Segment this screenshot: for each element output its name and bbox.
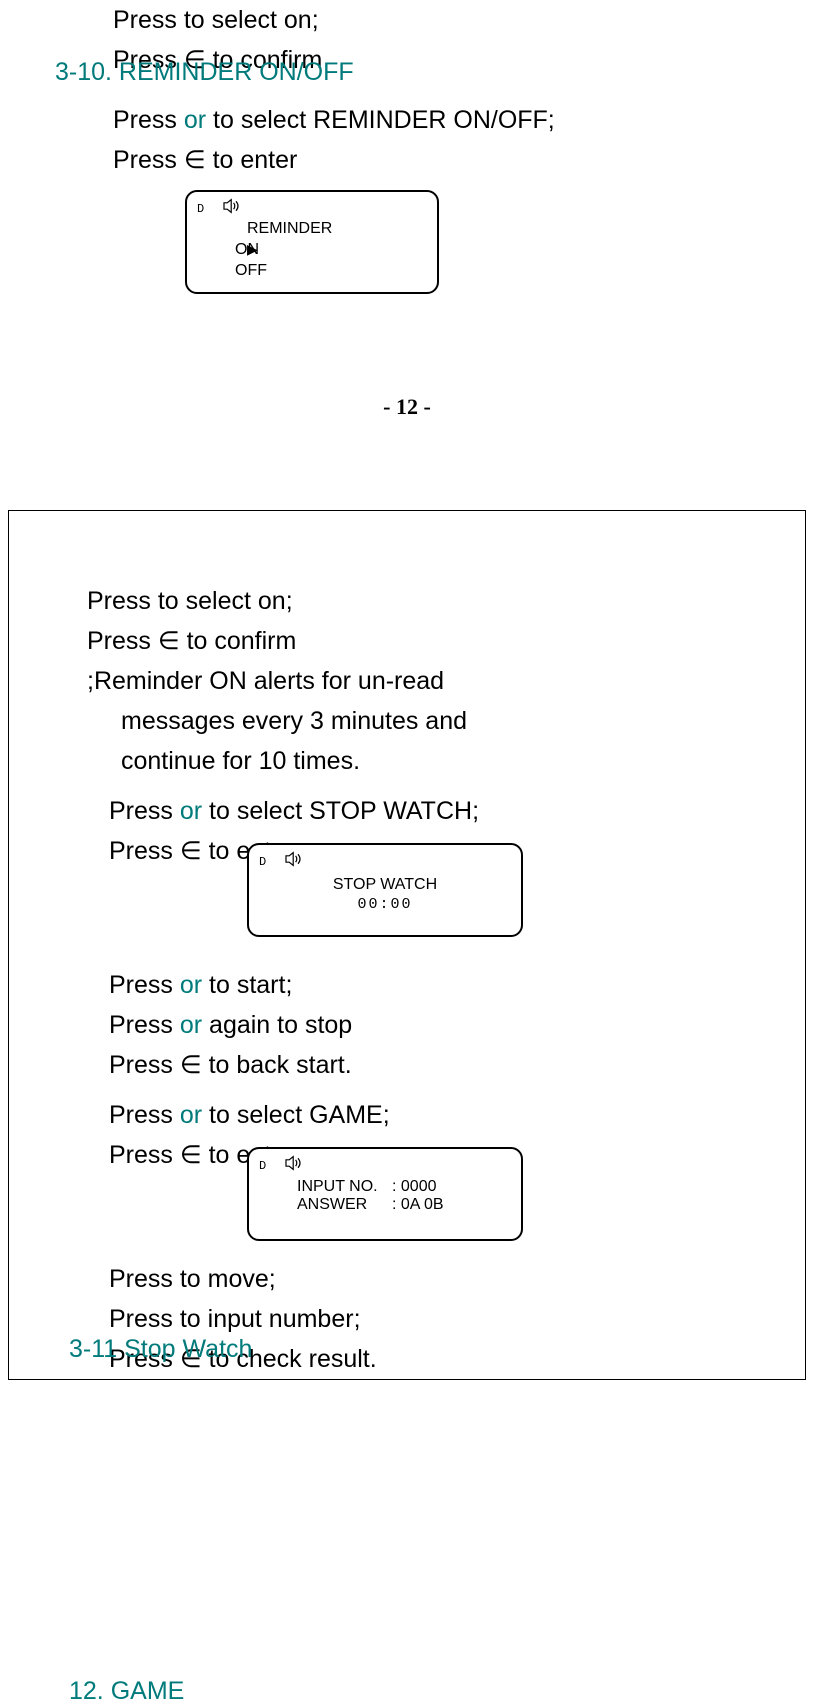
- text-fragment: Press: [109, 797, 180, 825]
- instruction-text: Press ∈ to back start.: [69, 1045, 765, 1085]
- page-1: Press to select on; Press ∈ to confirm 3…: [0, 0, 814, 460]
- text-fragment: to select REMINDER ON/OFF;: [206, 106, 555, 134]
- text-fragment: to start;: [202, 971, 292, 999]
- instruction-text: Press to select on;: [55, 0, 759, 40]
- or-text: or: [180, 797, 202, 825]
- text-fragment: Press: [109, 1011, 180, 1039]
- instruction-text: Press ∈ to confirm: [69, 621, 765, 661]
- instruction-text: Press or to select STOP WATCH;: [69, 791, 765, 831]
- instruction-text: Press or to start;: [69, 965, 765, 1005]
- status-icons: D: [249, 845, 521, 872]
- device-screen-stopwatch: D STOP WATCH 00:00: [247, 843, 523, 937]
- signal-icon: D: [259, 855, 266, 869]
- screen-content: REMINDER ▶ ON OFF: [187, 219, 437, 281]
- instruction-text: Press to input number;: [69, 1299, 765, 1339]
- heading-12: 12. GAME: [69, 1677, 184, 1706]
- answer-label: ANSWER: [297, 1196, 392, 1214]
- instruction-text: Press to select on;: [69, 581, 765, 621]
- input-no-value: : 0000: [392, 1178, 436, 1196]
- text-fragment: Press: [109, 1101, 180, 1129]
- answer-value: : 0A 0B: [392, 1196, 444, 1214]
- text-fragment: to select STOP WATCH;: [202, 797, 479, 825]
- screen-title: REMINDER: [235, 219, 437, 240]
- heading-3-10: 3-10. REMINDER ON/OFF: [55, 58, 354, 87]
- page-number: - 12 -: [55, 394, 759, 420]
- or-text: or: [180, 1101, 202, 1129]
- page-2: Press to select on; Press ∈ to confirm ;…: [8, 510, 806, 1380]
- text-fragment: Press: [109, 971, 180, 999]
- instruction-text: Press or again to stop: [69, 1005, 765, 1045]
- signal-icon: D: [197, 202, 204, 216]
- or-text: or: [180, 971, 202, 999]
- or-text: or: [180, 1011, 202, 1039]
- status-icons: D: [187, 192, 437, 219]
- device-screen-game: D INPUT NO. : 0000 ANSWER : 0A 0B: [247, 1147, 523, 1241]
- device-screen-reminder: D REMINDER ▶ ON OFF: [185, 190, 439, 294]
- text-fragment: again to stop: [202, 1011, 352, 1039]
- instruction-text: ;Reminder ON alerts for un-read: [69, 661, 765, 701]
- or-text: or: [184, 106, 206, 134]
- text-fragment: Press: [113, 106, 184, 134]
- instruction-text: continue for 10 times.: [69, 741, 765, 781]
- speaker-icon: [222, 198, 242, 219]
- text-fragment: to select GAME;: [202, 1101, 390, 1129]
- signal-icon: D: [259, 1159, 266, 1173]
- instruction-text: Press or to select REMINDER ON/OFF;: [55, 100, 759, 140]
- instruction-text: Press or to select GAME;: [69, 1095, 765, 1135]
- instruction-text: Press ∈ to enter: [55, 140, 759, 180]
- heading-3-11: 3-11 Stop Watch: [69, 1335, 252, 1364]
- input-no-label: INPUT NO.: [297, 1178, 392, 1196]
- status-icons: D: [249, 1149, 521, 1176]
- speaker-icon: [284, 851, 304, 872]
- speaker-icon: [284, 1155, 304, 1176]
- option-off: OFF: [235, 261, 437, 282]
- stopwatch-title: STOP WATCH: [249, 876, 521, 894]
- game-content: INPUT NO. : 0000 ANSWER : 0A 0B: [249, 1178, 521, 1214]
- instruction-text: messages every 3 minutes and: [69, 701, 765, 741]
- pointer-icon: ▶: [247, 240, 258, 258]
- stopwatch-time: 00:00: [249, 896, 521, 913]
- instruction-text: Press to move;: [69, 1259, 765, 1299]
